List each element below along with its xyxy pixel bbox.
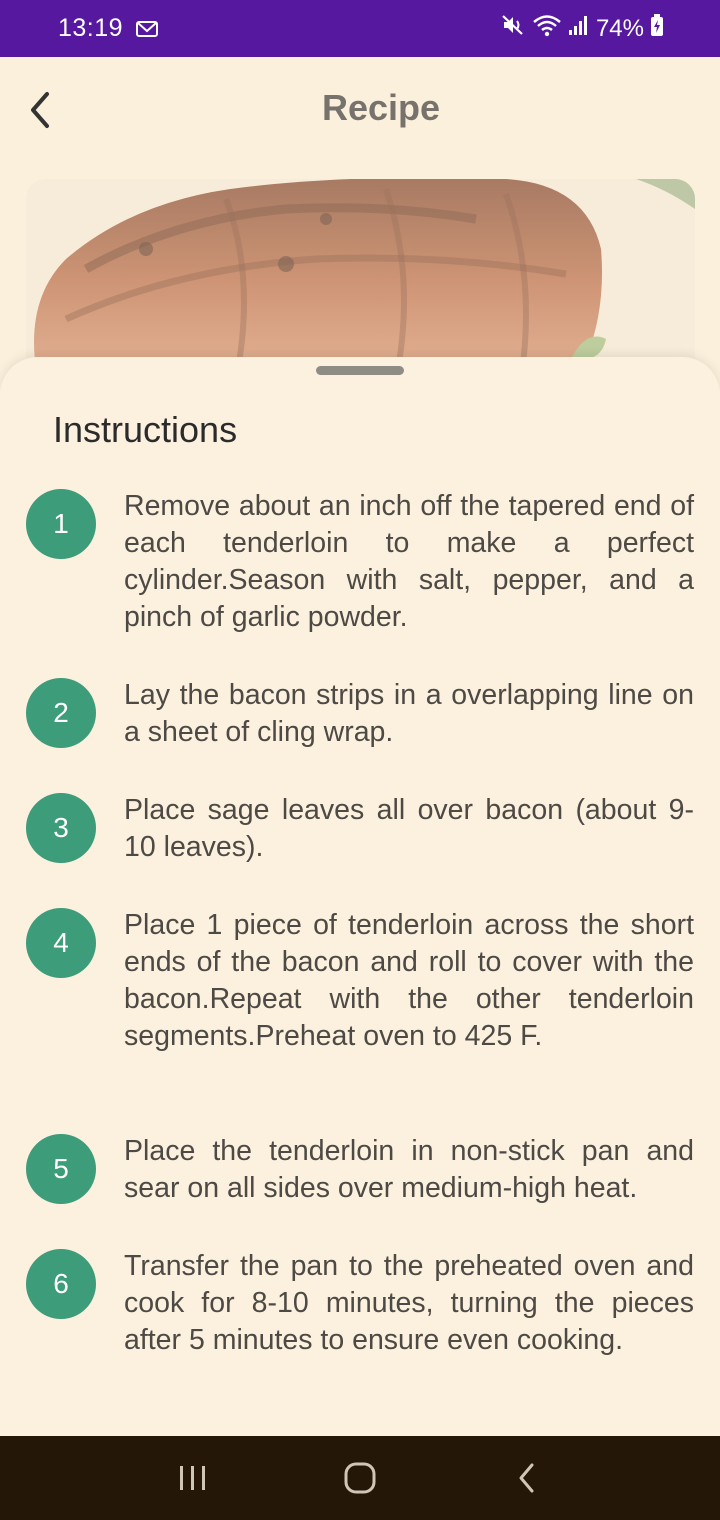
system-nav-bar (0, 1436, 720, 1520)
step-number-badge: 4 (26, 908, 96, 978)
step-text: Transfer the pan to the preheated oven a… (124, 1250, 694, 1356)
step-text: Lay the bacon strips in a overlapping li… (124, 679, 694, 748)
battery-percent: 74% (595, 14, 644, 42)
drag-handle[interactable] (316, 366, 404, 375)
page-title: Recipe (321, 87, 441, 128)
instruction-step: 2 Lay the bacon strips in a overlapping … (26, 677, 694, 751)
back-icon (519, 1463, 534, 1493)
recents-icon (180, 1466, 206, 1490)
step-text: Remove about an inch off the tapered end… (124, 490, 694, 633)
instructions-title: Instructions (53, 409, 238, 450)
instruction-step: 4 Place 1 piece of tenderloin across the… (26, 907, 694, 1055)
step-number-badge: 1 (26, 489, 96, 559)
instruction-step: 1 Remove about an inch off the tapered e… (26, 488, 694, 636)
step-text: Place sage leaves all over bacon (about … (124, 794, 694, 863)
home-button[interactable] (330, 1448, 390, 1508)
home-icon (344, 1462, 376, 1494)
signal-icon (568, 13, 590, 44)
top-app-bar: Recipe (0, 57, 720, 167)
step-text: Place the tenderloin in non-stick pan an… (124, 1135, 694, 1204)
step-number-badge: 6 (26, 1249, 96, 1319)
battery-charging-icon (650, 13, 664, 44)
step-number-badge: 5 (26, 1134, 96, 1204)
status-bar: 13:19 74% (0, 0, 720, 57)
status-time: 13:19 (58, 14, 124, 42)
instruction-step: 5 Place the tenderloin in non-stick pan … (26, 1133, 694, 1207)
mail-icon (135, 19, 159, 39)
nav-back-button[interactable] (497, 1448, 557, 1508)
wifi-icon (532, 13, 562, 44)
recents-button[interactable] (163, 1448, 223, 1508)
mute-icon (500, 13, 526, 44)
recipe-image (26, 179, 695, 379)
instruction-step: 6 Transfer the pan to the preheated oven… (26, 1248, 694, 1359)
step-number-badge: 3 (26, 793, 96, 863)
step-number-badge: 2 (26, 678, 96, 748)
hero-overlay (26, 179, 695, 379)
instructions-sheet[interactable]: Instructions 1 Remove about an inch off … (0, 357, 720, 1437)
instruction-step: 3 Place sage leaves all over bacon (abou… (26, 792, 694, 866)
step-text: Place 1 piece of tenderloin across the s… (124, 909, 694, 1052)
